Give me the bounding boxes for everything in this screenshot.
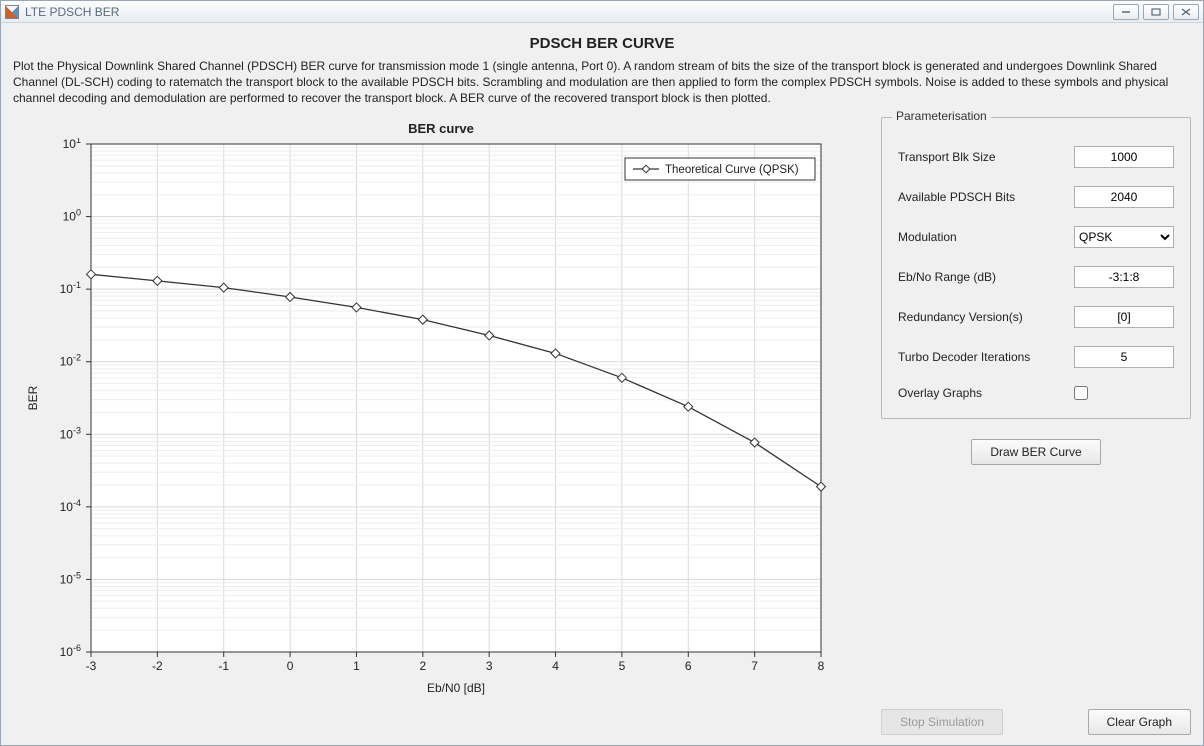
label-redundancy-versions: Redundancy Version(s) <box>898 310 1074 324</box>
chart-panel: BER curve -3 -2 -1 0 1 2 3 4 5 6 7 8 10-6 10-5 10-4 10-… <box>13 117 869 735</box>
input-transport-blk-size[interactable] <box>1074 146 1174 168</box>
param-turbo-iter: Turbo Decoder Iterations <box>898 346 1174 368</box>
checkbox-overlay-graphs[interactable] <box>1074 386 1088 400</box>
x-tick-label: 3 <box>486 659 493 673</box>
input-available-pdsch-bits[interactable] <box>1074 186 1174 208</box>
y-tick-label: 10-3 <box>60 425 81 441</box>
legend-entry: Theoretical Curve (QPSK) <box>665 164 799 176</box>
parameterisation-fieldset: Parameterisation Transport Blk Size Avai… <box>881 117 1191 419</box>
param-redundancy-versions: Redundancy Version(s) <box>898 306 1174 328</box>
param-ebno-range: Eb/No Range (dB) <box>898 266 1174 288</box>
x-tick-label: 0 <box>287 659 294 673</box>
label-transport-blk-size: Transport Blk Size <box>898 150 1074 164</box>
y-tick-label: 10-4 <box>60 497 81 513</box>
select-modulation[interactable]: QPSK <box>1074 226 1174 248</box>
draw-ber-curve-button[interactable]: Draw BER Curve <box>971 439 1100 465</box>
y-tick-label: 10-5 <box>60 570 81 586</box>
x-tick-label: -2 <box>152 659 163 673</box>
chart-title: BER curve <box>19 121 863 136</box>
fieldset-legend: Parameterisation <box>892 109 991 123</box>
x-tick-label: 1 <box>353 659 360 673</box>
input-redundancy-versions[interactable] <box>1074 306 1174 328</box>
y-tick-label: 10-6 <box>60 643 81 659</box>
app-window: LTE PDSCH BER PDSCH BER CURVE Plot the P… <box>0 0 1204 746</box>
y-tick-label: 10-2 <box>60 352 81 368</box>
clear-graph-button[interactable]: Clear Graph <box>1088 709 1191 735</box>
x-tick-label: 7 <box>751 659 758 673</box>
side-column: Parameterisation Transport Blk Size Avai… <box>881 117 1191 735</box>
page-description: Plot the Physical Downlink Shared Channe… <box>13 58 1191 107</box>
minimize-button[interactable] <box>1113 4 1139 20</box>
stop-simulation-button[interactable]: Stop Simulation <box>881 709 1003 735</box>
maximize-button[interactable] <box>1143 4 1169 20</box>
x-axis-label: Eb/N0 [dB] <box>427 681 485 695</box>
y-tick-label: 10-1 <box>60 280 81 296</box>
x-tick-label: 5 <box>619 659 626 673</box>
app-icon <box>5 5 19 19</box>
x-tick-label: 6 <box>685 659 692 673</box>
page-title: PDSCH BER CURVE <box>13 35 1191 52</box>
input-ebno-range[interactable] <box>1074 266 1174 288</box>
label-ebno-range: Eb/No Range (dB) <box>898 270 1074 284</box>
label-turbo-iter: Turbo Decoder Iterations <box>898 350 1074 364</box>
window-title: LTE PDSCH BER <box>25 5 119 19</box>
y-axis-label: BER <box>26 385 40 410</box>
close-button[interactable] <box>1173 4 1199 20</box>
param-overlay-graphs: Overlay Graphs <box>898 386 1174 400</box>
x-tick-label: 8 <box>818 659 825 673</box>
param-modulation: Modulation QPSK <box>898 226 1174 248</box>
label-overlay-graphs: Overlay Graphs <box>898 386 1074 400</box>
x-tick-label: -3 <box>86 659 97 673</box>
x-tick-label: 2 <box>419 659 426 673</box>
y-tick-label: 101 <box>63 138 81 151</box>
x-tick-label: 4 <box>552 659 559 673</box>
x-tick-label: -1 <box>218 659 229 673</box>
param-transport-blk-size: Transport Blk Size <box>898 146 1174 168</box>
input-turbo-iter[interactable] <box>1074 346 1174 368</box>
label-modulation: Modulation <box>898 230 1074 244</box>
y-tick-label: 100 <box>63 207 81 223</box>
label-available-pdsch-bits: Available PDSCH Bits <box>898 190 1074 204</box>
param-available-pdsch-bits: Available PDSCH Bits <box>898 186 1174 208</box>
ber-chart: -3 -2 -1 0 1 2 3 4 5 6 7 8 10-6 10-5 10-4 10-3 10-2 10-1 1… <box>19 138 839 698</box>
titlebar: LTE PDSCH BER <box>1 1 1203 23</box>
